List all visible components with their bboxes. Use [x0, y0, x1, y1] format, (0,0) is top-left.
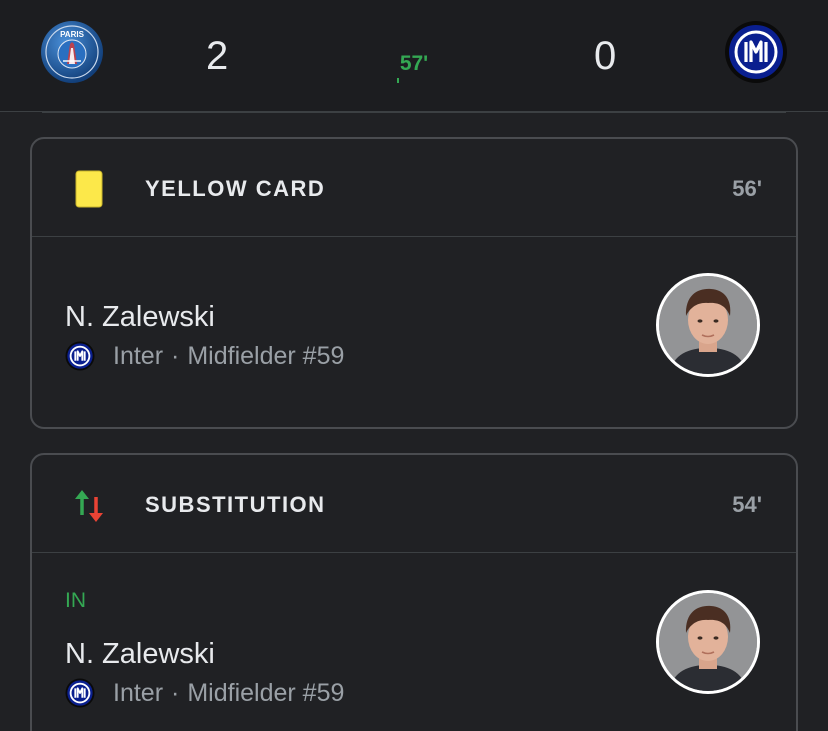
player-avatar [656, 590, 760, 694]
player-team: Inter [113, 678, 164, 707]
score-header: PARIS 2 57' 0 [0, 0, 828, 112]
player-details: Inter · Midfielder #59 [65, 678, 344, 708]
separator: · [171, 341, 180, 370]
inter-mini-crest-icon [65, 341, 95, 371]
player-row[interactable]: N. Zalewski Inter · Midfielder #59 [32, 237, 796, 427]
header-divider [42, 112, 786, 113]
live-indicator [397, 78, 399, 83]
psg-crest-text: PARIS [60, 30, 85, 39]
yellow-card-icon [72, 169, 108, 209]
event-card-substitution[interactable]: SUBSTITUTION 54' IN N. Zalewski Inter · … [30, 453, 798, 731]
event-minute: 56' [732, 176, 762, 201]
sub-in-label: IN [65, 589, 86, 612]
player-avatar [656, 273, 760, 377]
separator: · [171, 678, 180, 707]
event-card-header: YELLOW CARD 56' [32, 139, 796, 237]
inter-crest-icon[interactable] [724, 20, 788, 84]
live-minute: 57' [399, 52, 429, 75]
event-card-yellow-card[interactable]: YELLOW CARD 56' N. Zalewski Inter · Midf… [30, 137, 798, 429]
event-card-header: SUBSTITUTION 54' [32, 455, 796, 553]
away-score: 0 [594, 34, 617, 78]
player-row[interactable]: IN N. Zalewski Inter · Midfielder #59 [32, 553, 796, 731]
event-title: YELLOW CARD [145, 176, 326, 201]
player-role: Midfielder #59 [187, 341, 345, 370]
event-title: SUBSTITUTION [145, 492, 326, 517]
player-name: N. Zalewski [65, 638, 215, 670]
psg-crest-icon[interactable]: PARIS [40, 20, 104, 84]
player-role: Midfielder #59 [187, 678, 345, 707]
event-minute: 54' [732, 492, 762, 517]
home-score: 2 [206, 34, 229, 78]
player-name: N. Zalewski [65, 301, 215, 333]
player-details: Inter · Midfielder #59 [65, 341, 344, 371]
inter-mini-crest-icon [65, 678, 95, 708]
player-team: Inter [113, 341, 164, 370]
substitution-arrows-icon [72, 485, 108, 525]
